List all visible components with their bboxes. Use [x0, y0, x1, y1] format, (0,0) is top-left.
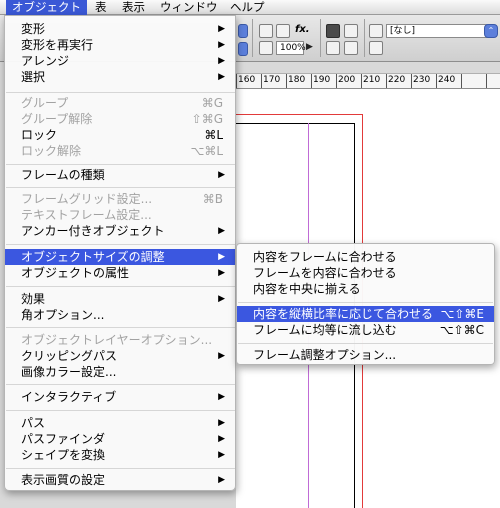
ruler-label: 210 — [363, 75, 381, 85]
page-edge — [236, 123, 354, 124]
submenu-item-fit-content-proportionally[interactable]: 内容を縦横比率に応じて合わせる ⌥⇧⌘E — [237, 306, 494, 322]
submenu-item-frame-fitting-options[interactable]: フレーム調整オプション... — [237, 347, 494, 363]
menu-item-select[interactable]: 選択 ▶ — [5, 69, 235, 85]
wrap-option-icon[interactable] — [326, 41, 340, 55]
submenu-arrow-icon: ▶ — [218, 434, 225, 444]
ruler-label: 200 — [338, 75, 356, 85]
menu-item-fitting[interactable]: オブジェクトサイズの調整 ▶ — [5, 249, 235, 265]
ruler-label: 240 — [438, 75, 456, 85]
align-icon[interactable] — [344, 24, 358, 38]
menu-item-group: グループ ⌘G — [21, 96, 223, 110]
menu-item-frame-type[interactable]: フレームの種類 ▶ — [5, 167, 235, 183]
opacity-field[interactable]: 100% — [276, 41, 306, 55]
menu-item-corner-options[interactable]: 角オプション... — [5, 307, 235, 323]
menubar-table[interactable]: 表 — [89, 0, 113, 15]
horizontal-ruler: 160 170 180 190 200 210 220 230 240 — [236, 73, 500, 89]
submenu-item-center-content[interactable]: 内容を中央に揃える — [237, 281, 494, 297]
distribute-icon[interactable] — [344, 41, 358, 55]
object-style-select[interactable]: [なし] — [386, 24, 488, 38]
menu-item-effects[interactable]: 効果 ▶ — [5, 291, 235, 307]
menu-item-image-color-settings[interactable]: 画像カラー設定... — [5, 364, 235, 380]
ruler-label: 160 — [238, 75, 256, 85]
menu-item-convert-shape[interactable]: シェイプを変換 ▶ — [5, 447, 235, 463]
menu-item-object-layer-options: オブジェクトレイヤーオプション... — [21, 333, 213, 347]
menu-item-lock[interactable]: ロック ⌘L — [5, 127, 235, 143]
menubar-window[interactable]: ウィンドウ — [154, 0, 224, 15]
submenu-arrow-icon: ▶ — [218, 56, 225, 66]
submenu-arrow-icon: ▶ — [218, 294, 225, 304]
menubar-help[interactable]: ヘルプ — [224, 0, 271, 15]
submenu-arrow-icon: ▶ — [218, 226, 225, 236]
submenu-arrow-icon: ▶ — [218, 268, 225, 278]
menu-item-paths[interactable]: パス ▶ — [5, 415, 235, 431]
menu-bar: オブジェクト 表 表示 ウィンドウ ヘルプ — [0, 0, 500, 15]
opacity-icon[interactable] — [259, 41, 273, 55]
menu-item-anchored-object[interactable]: アンカー付きオブジェクト ▶ — [5, 223, 235, 239]
submenu-arrow-icon: ▶ — [218, 170, 225, 180]
submenu-item-fit-content-to-frame[interactable]: 内容をフレームに合わせる — [237, 249, 494, 265]
menu-item-ungroup: グループ解除 ⇧⌘G — [21, 112, 223, 126]
select-container-icon[interactable] — [276, 24, 290, 38]
ruler-label: 170 — [263, 75, 281, 85]
ruler-label: 230 — [413, 75, 431, 85]
menu-item-object-attributes[interactable]: オブジェクトの属性 ▶ — [5, 265, 235, 281]
submenu-arrow-icon: ▶ — [218, 40, 225, 50]
submenu-item-fill-frame-proportionally[interactable]: フレームに均等に流し込む ⌥⇧⌘C — [237, 322, 494, 338]
stepper-1[interactable] — [238, 24, 248, 38]
submenu-arrow-icon: ▶ — [218, 24, 225, 34]
style-apply-icon[interactable] — [369, 41, 383, 55]
bleed-guide — [236, 114, 362, 115]
submenu-arrow-icon: ▶ — [218, 252, 225, 262]
menu-item-unlock: ロック解除 ⌥⌘L — [21, 144, 223, 158]
menu-item-transform[interactable]: 変形 ▶ — [5, 21, 235, 37]
object-menu: 変形 ▶ 変形を再実行 ▶ アレンジ ▶ 選択 ▶ グループ ⌘G グループ解除 ⇧⌘G ロ… — [4, 15, 236, 491]
submenu-arrow-icon: ▶ — [218, 392, 225, 402]
menubar-object[interactable]: オブジェクト — [6, 0, 87, 15]
menu-item-pathfinder[interactable]: パスファインダ ▶ — [5, 431, 235, 447]
submenu-arrow-icon: ▶ — [218, 450, 225, 460]
submenu-arrow-icon: ▶ — [218, 72, 225, 82]
object-style-icon[interactable] — [369, 24, 383, 38]
menu-item-text-frame-options: テキストフレーム設定... — [21, 208, 152, 222]
menu-item-display-performance[interactable]: 表示画質の設定 ▶ — [5, 472, 235, 488]
menu-item-transform-again[interactable]: 変形を再実行 ▶ — [5, 37, 235, 53]
opacity-arrow-icon[interactable]: ▶ — [306, 42, 313, 52]
select-content-icon[interactable] — [259, 24, 273, 38]
submenu-item-fit-frame-to-content[interactable]: フレームを内容に合わせる — [237, 265, 494, 281]
menu-item-arrange[interactable]: アレンジ ▶ — [5, 53, 235, 69]
ruler-label: 220 — [388, 75, 406, 85]
object-style-dropdown-icon[interactable]: ⌃ — [484, 24, 498, 38]
effects-fx-icon[interactable]: fx. — [295, 24, 310, 35]
ruler-label: 180 — [288, 75, 306, 85]
stepper-2[interactable] — [238, 42, 248, 56]
ruler-label: 190 — [313, 75, 331, 85]
menubar-view[interactable]: 表示 — [116, 0, 151, 15]
submenu-arrow-icon: ▶ — [218, 351, 225, 361]
menu-item-clipping-path[interactable]: クリッピングパス ▶ — [5, 348, 235, 364]
submenu-arrow-icon: ▶ — [218, 475, 225, 485]
menu-item-interactive[interactable]: インタラクティブ ▶ — [5, 389, 235, 405]
submenu-arrow-icon: ▶ — [218, 418, 225, 428]
text-wrap-icon[interactable] — [326, 24, 340, 38]
menu-item-frame-grid-options: フレームグリッド設定... ⌘B — [21, 192, 223, 206]
fitting-submenu: 内容をフレームに合わせる フレームを内容に合わせる 内容を中央に揃える 内容を縦… — [236, 243, 495, 365]
